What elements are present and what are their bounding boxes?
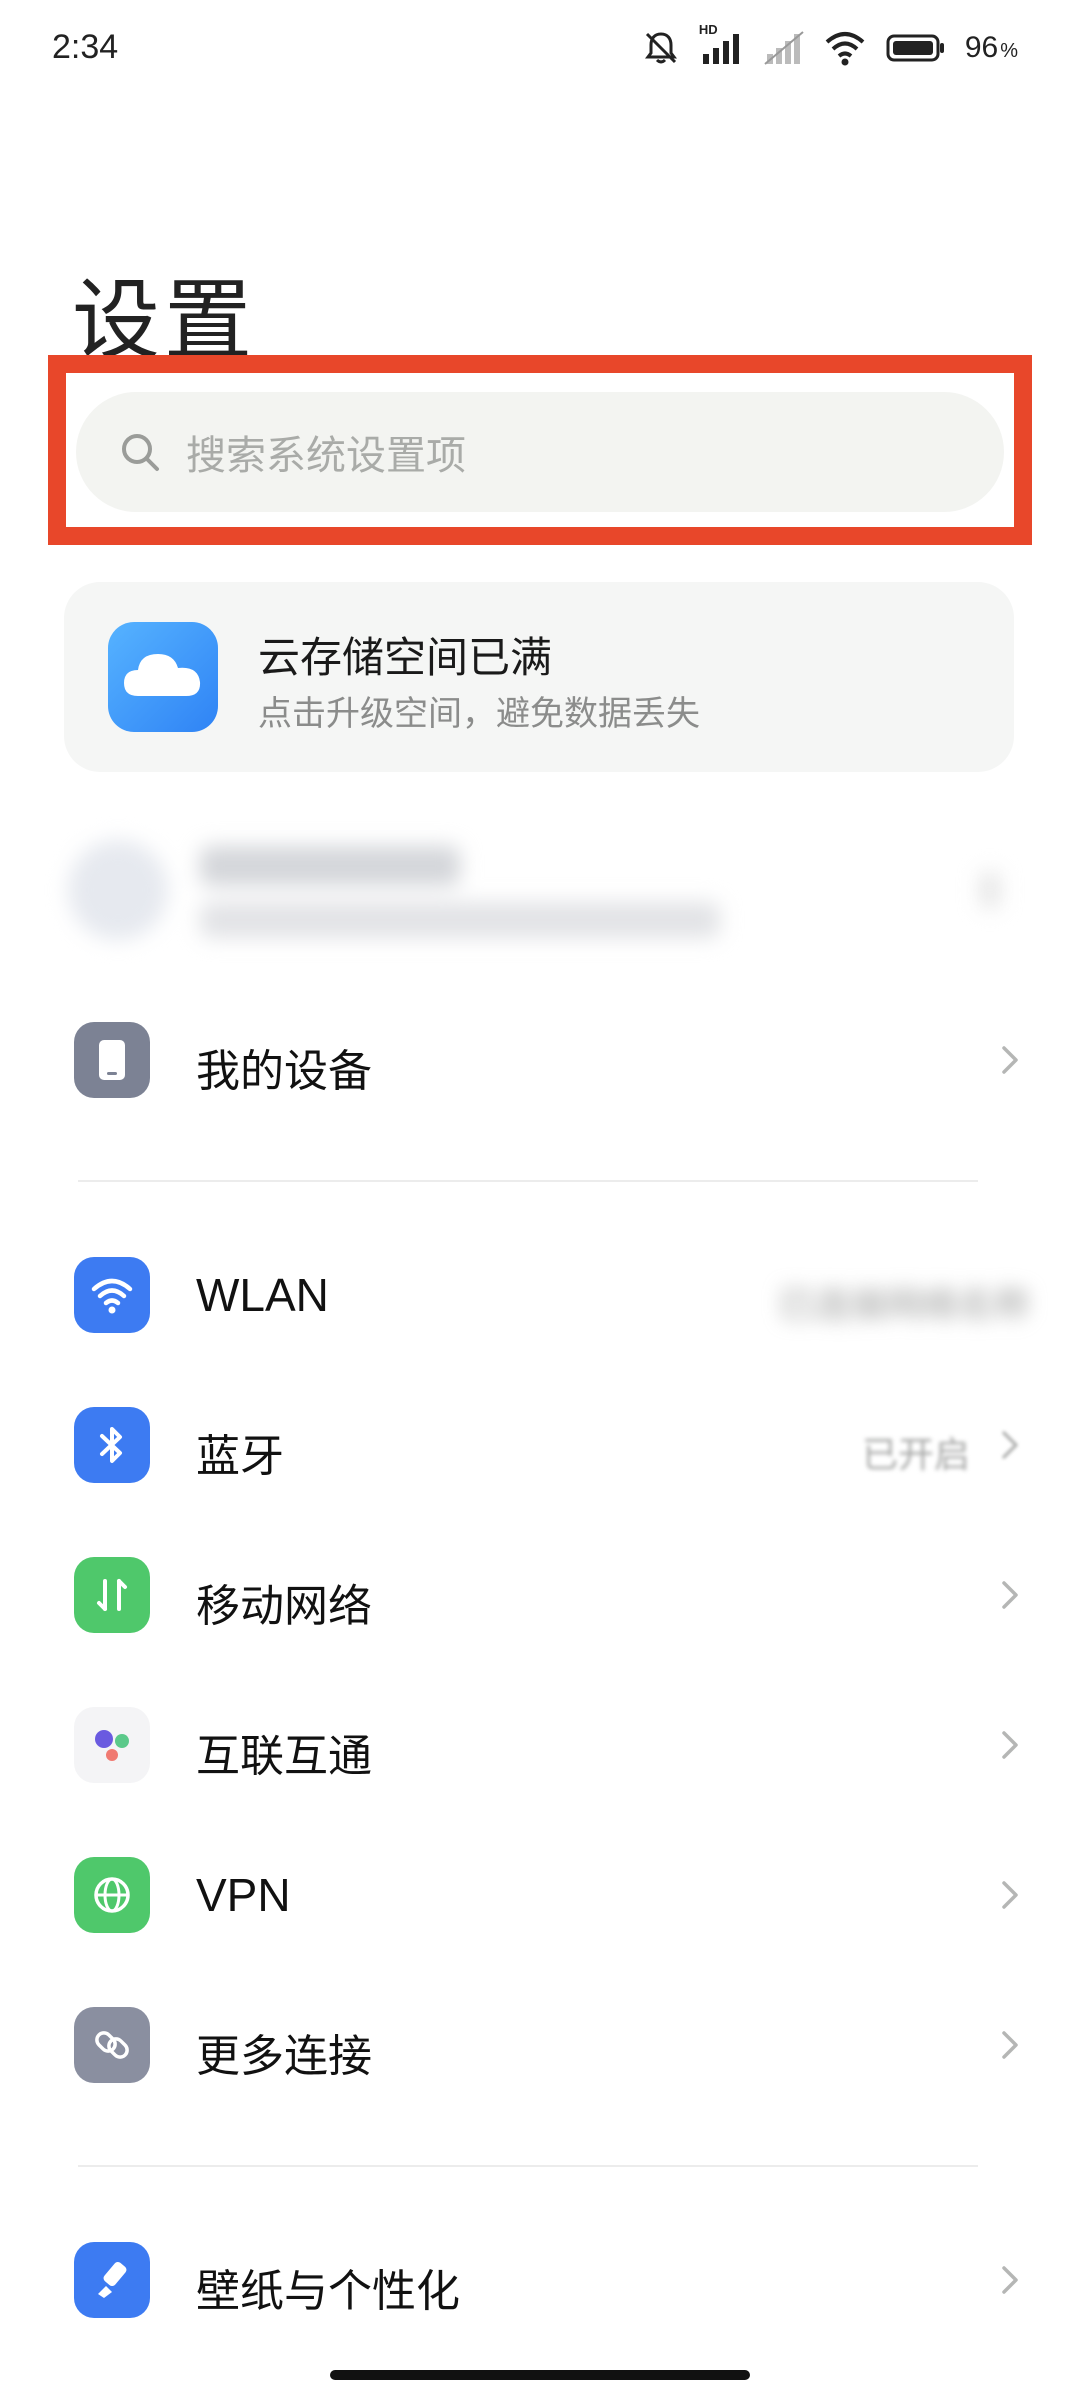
settings-item-interconnect[interactable]: 互联互通 [0, 1670, 1080, 1820]
home-indicator[interactable] [330, 2370, 750, 2380]
settings-item-label: 我的设备 [196, 1046, 372, 1097]
cloud-card-subtitle: 点击升级空间，避免数据丢失 [258, 694, 700, 734]
link-icon [74, 2007, 150, 2083]
bluetooth-icon [74, 1407, 150, 1483]
chevron-right-icon [1002, 2266, 1018, 2294]
chevron-right-icon [1002, 1046, 1018, 1074]
settings-item-bluetooth[interactable]: 蓝牙 已开启 [0, 1370, 1080, 1520]
wlan-network-name-redacted: 已连接网络名称 [777, 1285, 1030, 1326]
wifi-icon [74, 1257, 150, 1333]
settings-item-wallpaper[interactable]: 壁纸与个性化 [0, 2205, 1080, 2355]
account-meta-redacted [200, 902, 720, 938]
settings-item-vpn[interactable]: VPN [0, 1820, 1080, 1970]
account-name-redacted [200, 846, 460, 886]
settings-item-label: 蓝牙 [196, 1431, 284, 1482]
cloud-icon [108, 622, 218, 732]
battery-unit: % [1000, 40, 1018, 62]
cloud-storage-card[interactable]: 云存储空间已满 点击升级空间，避免数据丢失 [64, 582, 1014, 772]
hd-badge: HD [698, 22, 718, 37]
interconnect-icon [74, 1707, 150, 1783]
chevron-right-icon [1002, 2031, 1018, 2059]
account-row[interactable] [60, 820, 1020, 960]
chevron-right-icon [1002, 1881, 1018, 1909]
brush-icon [74, 2242, 150, 2318]
status-icons: HD 96 % [641, 22, 1018, 70]
status-time: 2:34 [52, 28, 119, 66]
globe-icon [74, 1857, 150, 1933]
chevron-right-icon [1002, 1581, 1018, 1609]
search-icon [114, 426, 166, 478]
mute-bell-icon [641, 28, 681, 68]
search-placeholder: 搜索系统设置项 [186, 433, 466, 479]
settings-item-label: WLAN [196, 1269, 329, 1321]
settings-item-label: 互联互通 [196, 1731, 372, 1782]
battery-icon [885, 28, 947, 68]
signal-icon: HD [699, 22, 745, 68]
bluetooth-status: 已开启 [861, 1435, 970, 1476]
settings-item-my-device[interactable]: 我的设备 [0, 985, 1080, 1135]
settings-item-mobile-network[interactable]: 移动网络 [0, 1520, 1080, 1670]
battery-level: 96% [965, 31, 1018, 65]
settings-item-label: 移动网络 [196, 1581, 372, 1632]
settings-item-wlan[interactable]: WLAN 已连接网络名称 [0, 1220, 1080, 1370]
cloud-card-title: 云存储空间已满 [258, 633, 553, 682]
status-bar: 2:34 HD 96 % [0, 0, 1080, 100]
chevron-right-icon [1002, 1431, 1018, 1459]
settings-item-label: 更多连接 [196, 2031, 372, 2082]
settings-item-label: 壁纸与个性化 [196, 2266, 460, 2317]
chevron-right-icon [1002, 1731, 1018, 1759]
wifi-status-icon [823, 28, 867, 68]
divider [78, 1180, 978, 1182]
chevron-right-icon [980, 872, 1000, 908]
battery-percent: 96 [964, 31, 999, 64]
divider [78, 2165, 978, 2167]
device-icon [74, 1022, 150, 1098]
avatar [68, 840, 168, 940]
signal-weak-icon [763, 28, 805, 68]
mobile-network-icon [74, 1557, 150, 1633]
settings-item-more-connections[interactable]: 更多连接 [0, 1970, 1080, 2120]
settings-item-label: VPN [196, 1869, 291, 1921]
search-input[interactable]: 搜索系统设置项 [76, 392, 1004, 512]
